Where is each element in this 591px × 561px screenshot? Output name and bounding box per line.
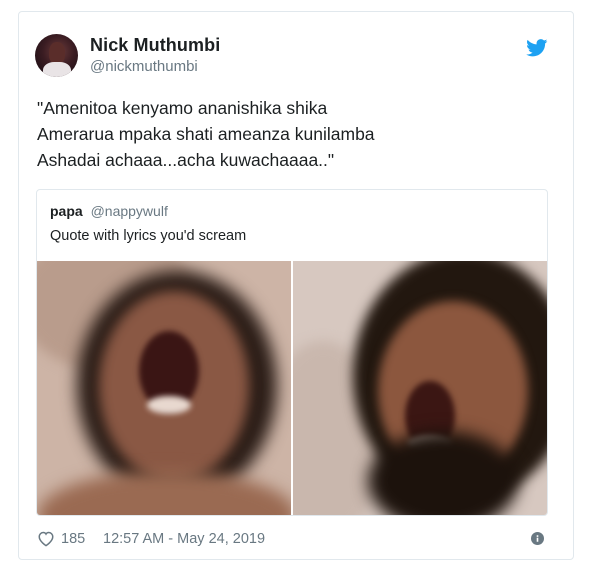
author-display-name[interactable]: Nick Muthumbi [90, 35, 220, 56]
quoted-photo-left[interactable] [37, 261, 291, 515]
photo-teeth [147, 396, 191, 414]
avatar-shirt [43, 62, 71, 77]
info-icon[interactable] [531, 532, 544, 545]
heart-icon[interactable] [37, 530, 55, 547]
quoted-author-handle[interactable]: @nappywulf [91, 203, 168, 219]
quoted-tweet[interactable]: papa @nappywulf Quote with lyrics you'd … [36, 189, 548, 516]
quoted-tweet-header: papa @nappywulf [50, 203, 168, 219]
tweet-line-3: Ashadai achaaa...acha kuwachaaaa.." [37, 150, 335, 170]
embedded-tweet-card[interactable]: Nick Muthumbi @nickmuthumbi "Amenitoa ke… [18, 11, 574, 560]
tweet-timestamp[interactable]: 12:57 AM - May 24, 2019 [103, 531, 265, 547]
tweet-line-2: Amerarua mpaka shati ameanza kunilamba [37, 124, 375, 144]
tweet-line-1: "Amenitoa kenyamo ananishika shika [37, 98, 328, 118]
photo-shoulder [37, 471, 291, 515]
quoted-tweet-text: Quote with lyrics you'd scream [50, 228, 247, 244]
author-handle[interactable]: @nickmuthumbi [90, 58, 198, 75]
quoted-photo-right[interactable] [293, 261, 547, 515]
tweet-body: "Amenitoa kenyamo ananishika shika Amera… [37, 95, 557, 173]
like-count[interactable]: 185 [61, 531, 85, 547]
quoted-author-name[interactable]: papa [50, 203, 83, 219]
author-avatar[interactable] [35, 34, 78, 77]
twitter-bird-icon[interactable] [526, 39, 548, 57]
avatar-face [49, 42, 65, 64]
